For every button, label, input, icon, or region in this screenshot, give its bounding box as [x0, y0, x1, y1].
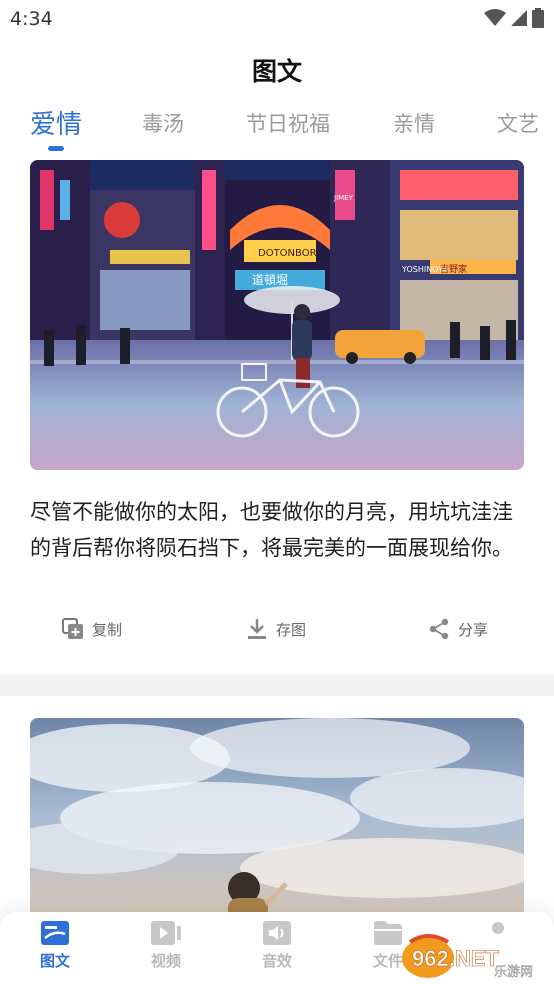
post-text: 尽管不能做你的太阳，也要做你的月亮，用坑坑洼洼的背后帮你将陨石挡下，将最完美的一… — [30, 500, 513, 560]
wifi-icon — [484, 9, 506, 26]
share-label: 分享 — [458, 620, 489, 639]
sign-yoshinoya-kanji: 吉野家 — [440, 263, 467, 275]
share-icon — [429, 618, 449, 640]
post-card: DOTONBORI 道頓堀 YOSHINOYA 吉野家 JIMEY 尽管不能做你… — [0, 160, 554, 674]
nav-label-video: 视频 — [150, 952, 181, 970]
sign-dotonbori-kanji: 道頓堀 — [252, 272, 288, 287]
post-card — [0, 696, 554, 918]
status-icons — [484, 8, 544, 28]
save-image-label: 存图 — [276, 620, 307, 639]
cloud-sky-photo — [30, 718, 524, 918]
image-text-icon — [41, 921, 69, 945]
sign-jimey: JIMEY — [333, 194, 354, 202]
signal-icon — [511, 10, 527, 26]
category-tabs: 爱情 毒汤 节日祝福 亲情 文艺 — [0, 106, 554, 154]
nav-label-sound: 音效 — [261, 952, 292, 970]
site-watermark: 962.NET 乐游网 — [398, 928, 548, 980]
copy-button[interactable]: 复制 — [62, 618, 122, 640]
tab-literary[interactable]: 文艺 — [497, 108, 539, 138]
copy-label: 复制 — [92, 620, 123, 639]
sign-dotonbori: DOTONBORI — [258, 248, 319, 259]
nav-video[interactable]: 视频 — [136, 920, 196, 971]
watermark-sub: 乐游网 — [494, 965, 533, 980]
battery-icon — [532, 8, 544, 28]
copy-icon — [62, 618, 83, 639]
video-icon — [151, 921, 181, 945]
tab-holiday-wishes[interactable]: 节日祝福 — [246, 108, 330, 138]
post-actions: 复制 存图 分享 — [0, 618, 554, 658]
status-bar: 4:34 — [0, 0, 554, 40]
nav-label-image-text: 图文 — [39, 952, 70, 970]
card-divider — [0, 674, 554, 696]
sound-icon — [263, 921, 291, 945]
tab-love[interactable]: 爱情 — [30, 106, 82, 141]
status-time: 4:34 — [10, 8, 53, 30]
watermark-brand: 962.NET — [412, 946, 499, 971]
tab-poison-soup[interactable]: 毒汤 — [142, 108, 184, 138]
nav-image-text[interactable]: 图文 — [25, 920, 85, 971]
share-button[interactable]: 分享 — [428, 618, 488, 640]
watermark-logo: 962.NET 乐游网 — [402, 934, 533, 980]
post-image[interactable]: DOTONBORI 道頓堀 YOSHINOYA 吉野家 JIMEY — [30, 160, 524, 470]
save-image-button[interactable]: 存图 — [246, 618, 306, 640]
post-image[interactable] — [30, 718, 524, 918]
page-title: 图文 — [251, 57, 302, 86]
download-icon — [248, 619, 266, 639]
night-street-photo: DOTONBORI 道頓堀 YOSHINOYA 吉野家 JIMEY — [30, 160, 524, 470]
nav-sound[interactable]: 音效 — [247, 920, 307, 971]
tab-family[interactable]: 亲情 — [393, 108, 435, 138]
tab-indicator — [48, 146, 64, 151]
